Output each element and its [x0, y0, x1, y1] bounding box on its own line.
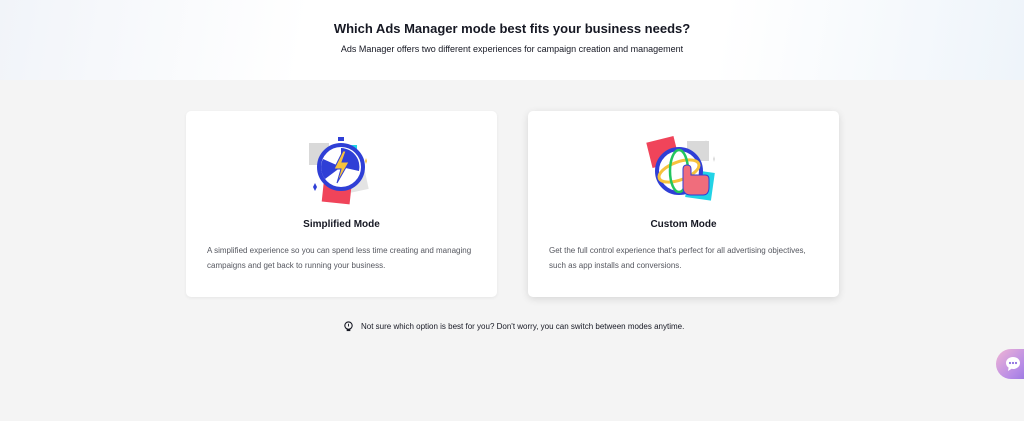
page-title: Which Ads Manager mode best fits your bu… [333, 21, 691, 36]
globe-hand-cursor-icon [646, 135, 715, 201]
stopwatch-lightning-icon [309, 137, 369, 205]
custom-mode-card[interactable]: Custom Mode Get the full control experie… [528, 111, 839, 297]
hint-text: Not sure which option is best for you? D… [361, 321, 685, 331]
chat-bubble-icon [1006, 357, 1020, 371]
hero-banner: Which Ads Manager mode best fits your bu… [0, 0, 1024, 80]
switch-modes-hint: Not sure which option is best for you? D… [343, 319, 684, 333]
page-subtitle: Ads Manager offers two different experie… [340, 44, 684, 54]
simplified-mode-description: A simplified experience so you can spend… [207, 246, 472, 270]
lightbulb-icon [344, 320, 353, 331]
custom-mode-title: Custom Mode [650, 219, 717, 230]
chat-support-button[interactable] [996, 349, 1024, 379]
custom-mode-description: Get the full control experience that's p… [549, 246, 806, 270]
simplified-mode-card[interactable]: Simplified Mode A simplified experience … [186, 111, 497, 297]
simplified-mode-title: Simplified Mode [303, 219, 380, 230]
